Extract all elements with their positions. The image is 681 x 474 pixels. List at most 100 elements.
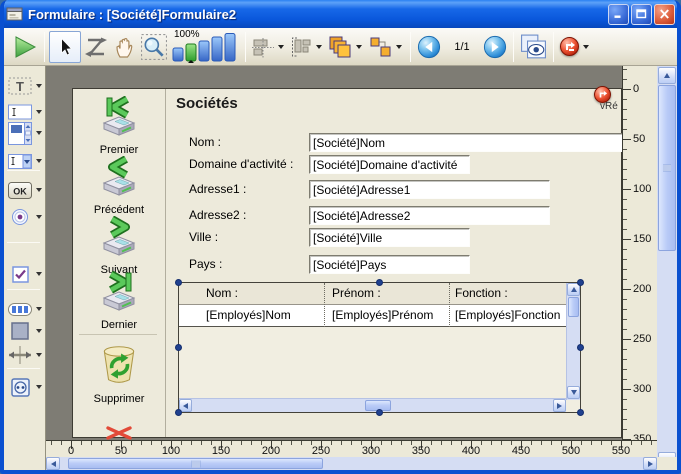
tab-order-button[interactable] bbox=[81, 31, 111, 63]
selection-handle[interactable] bbox=[577, 344, 584, 351]
chevron-down-icon[interactable] bbox=[356, 45, 362, 49]
chevron-down-icon[interactable] bbox=[36, 215, 42, 219]
palette-item-splitter[interactable] bbox=[7, 343, 45, 367]
vertical-scrollbar[interactable] bbox=[657, 66, 677, 470]
chevron-down-icon[interactable] bbox=[36, 110, 42, 114]
ruler-number: 250 bbox=[633, 333, 651, 345]
field-label[interactable]: Domaine d'activité : bbox=[189, 157, 293, 171]
pan-tool-button[interactable] bbox=[111, 31, 139, 63]
close-button[interactable] bbox=[654, 4, 675, 25]
chevron-down-icon[interactable] bbox=[316, 45, 322, 49]
chevron-down-icon[interactable] bbox=[396, 45, 402, 49]
field-row-ville[interactable]: Ville : [Société]Ville bbox=[176, 228, 622, 247]
selection-handle[interactable] bbox=[175, 344, 182, 351]
palette-item-static-text[interactable]: T bbox=[7, 74, 45, 98]
field-input[interactable]: [Société]Ville bbox=[309, 228, 470, 247]
chevron-down-icon[interactable] bbox=[36, 353, 42, 357]
dernier-button[interactable]: Dernier bbox=[76, 271, 162, 331]
chevron-down-icon[interactable] bbox=[36, 188, 42, 192]
chevron-down-icon[interactable] bbox=[36, 159, 42, 163]
field-input[interactable]: [Société]Nom bbox=[309, 133, 622, 152]
chevron-down-icon[interactable] bbox=[583, 45, 589, 49]
anchor-button[interactable] bbox=[366, 31, 394, 63]
chevron-down-icon[interactable] bbox=[36, 272, 42, 276]
field-label[interactable]: Adresse2 : bbox=[189, 208, 246, 222]
zoom-tool-button[interactable] bbox=[139, 31, 169, 63]
palette-item-ole-control[interactable] bbox=[7, 375, 45, 399]
selection-handle[interactable] bbox=[175, 279, 182, 286]
field-label[interactable]: Ville : bbox=[189, 230, 218, 244]
suivant-button[interactable]: Suivant bbox=[76, 216, 162, 276]
field-input[interactable]: [Société]Adresse2 bbox=[309, 206, 550, 225]
column-separator[interactable] bbox=[449, 283, 450, 327]
align-tool-button[interactable] bbox=[250, 31, 276, 63]
horizontal-scrollbar[interactable] bbox=[46, 457, 657, 470]
chevron-down-icon[interactable] bbox=[278, 45, 284, 49]
column-header[interactable]: Fonction : bbox=[455, 286, 508, 300]
field-label[interactable]: Pays : bbox=[189, 257, 222, 271]
field-label[interactable]: Nom : bbox=[189, 135, 221, 149]
palette-item-progress-bar[interactable] bbox=[7, 297, 45, 321]
scrollbar-thumb[interactable] bbox=[568, 297, 579, 317]
premier-button[interactable]: Premier bbox=[76, 96, 162, 156]
scroll-left-button[interactable] bbox=[46, 457, 60, 470]
palette-item-checkbox[interactable] bbox=[7, 262, 45, 286]
select-tool-button[interactable] bbox=[49, 31, 81, 63]
column-header[interactable]: Nom : bbox=[206, 286, 238, 300]
scroll-up-button[interactable] bbox=[658, 67, 676, 84]
form-title[interactable]: Sociétés bbox=[176, 95, 238, 112]
field-input[interactable]: [Société]Adresse1 bbox=[309, 180, 550, 199]
zoom-level-control[interactable]: 100% bbox=[172, 30, 238, 64]
selection-handle[interactable] bbox=[175, 409, 182, 416]
table-data-row[interactable]: [Employés]Nom [Employés]Prénom [Employés… bbox=[179, 305, 566, 327]
selection-handle[interactable] bbox=[376, 279, 383, 286]
field-row-adresse1[interactable]: Adresse1 : [Société]Adresse1 bbox=[176, 180, 622, 199]
palette-item-radio-button[interactable] bbox=[7, 205, 45, 229]
design-canvas[interactable]: Premier Précédent bbox=[46, 66, 622, 440]
field-label[interactable]: Adresse1 : bbox=[189, 182, 246, 196]
employee-table-control[interactable]: Nom : Prénom : Fonction : [Employés]Nom … bbox=[178, 282, 581, 413]
scrollbar-thumb[interactable] bbox=[658, 85, 676, 251]
selection-handle[interactable] bbox=[577, 409, 584, 416]
minimize-button[interactable] bbox=[608, 4, 629, 25]
column-header[interactable]: Prénom : bbox=[332, 286, 381, 300]
table-vertical-scrollbar[interactable] bbox=[566, 283, 580, 400]
z-order-button[interactable] bbox=[326, 31, 354, 63]
palette-item-button[interactable]: OK bbox=[7, 178, 45, 202]
previous-page-button[interactable] bbox=[415, 31, 443, 63]
scroll-down-button[interactable] bbox=[567, 386, 580, 399]
field-input[interactable]: [Société]Pays bbox=[309, 255, 470, 274]
selection-handle[interactable] bbox=[577, 279, 584, 286]
precedent-button[interactable]: Précédent bbox=[76, 156, 162, 216]
field-row-nom[interactable]: Nom : [Société]Nom bbox=[176, 133, 622, 152]
form-nav-panel[interactable]: Premier Précédent bbox=[73, 89, 166, 437]
chevron-down-icon[interactable] bbox=[36, 307, 42, 311]
justify-tool-button[interactable] bbox=[288, 31, 314, 63]
chevron-down-icon[interactable] bbox=[36, 329, 42, 333]
scrollbar-thumb[interactable] bbox=[68, 458, 323, 469]
field-input[interactable]: [Société]Domaine d'activité bbox=[309, 155, 470, 174]
next-page-icon bbox=[483, 35, 507, 59]
titlebar[interactable]: Formulaire : [Société]Formulaire2 bbox=[0, 0, 681, 28]
next-page-button[interactable] bbox=[481, 31, 509, 63]
chevron-down-icon[interactable] bbox=[36, 385, 42, 389]
chevron-down-icon[interactable] bbox=[36, 131, 42, 135]
field-row-adresse2[interactable]: Adresse2 : [Société]Adresse2 bbox=[176, 206, 622, 225]
scroll-right-button[interactable] bbox=[643, 457, 657, 470]
field-row-domaine[interactable]: Domaine d'activité : [Société]Domaine d'… bbox=[176, 155, 622, 174]
chevron-down-icon[interactable] bbox=[36, 84, 42, 88]
form-end-marker-icon[interactable] bbox=[106, 426, 132, 440]
palette-item-shape[interactable] bbox=[7, 319, 45, 343]
run-test-button[interactable] bbox=[10, 31, 40, 63]
form-canvas[interactable]: Premier Précédent bbox=[72, 88, 622, 438]
column-separator[interactable] bbox=[324, 283, 325, 327]
scroll-right-button[interactable] bbox=[553, 399, 566, 412]
maximize-button[interactable] bbox=[631, 4, 652, 25]
field-row-pays[interactable]: Pays : [Société]Pays bbox=[176, 255, 622, 274]
table-horizontal-scrollbar[interactable] bbox=[179, 398, 566, 412]
preview-button[interactable] bbox=[518, 31, 549, 63]
supprimer-button[interactable]: Supprimer bbox=[76, 341, 162, 405]
palette-item-list-box[interactable] bbox=[7, 120, 45, 146]
refresh-button[interactable] bbox=[558, 31, 581, 63]
selection-handle[interactable] bbox=[376, 409, 383, 416]
